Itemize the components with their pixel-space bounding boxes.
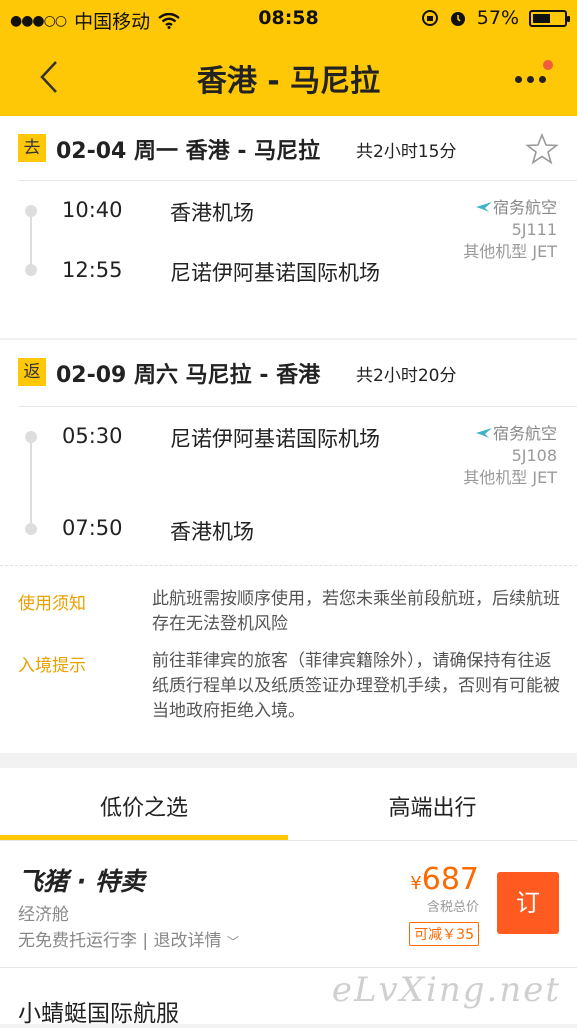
departure-airport: 香港机场: [170, 201, 254, 225]
note-text-entry: 前往菲律宾的旅客（菲律宾籍除外），请确保持有往返纸质行程单以及纸质签证办理登机手…: [152, 651, 560, 721]
return-duration: 共2小时20分: [356, 366, 457, 386]
departure-airport: 尼诺伊阿基诺国际机场: [170, 427, 380, 451]
tab-low-price[interactable]: 低价之选: [0, 790, 288, 822]
offer-brand-2[interactable]: 小蜻蜓国际航服: [18, 994, 179, 1028]
flight-number: 5J111: [511, 220, 557, 239]
arrival-airport: 尼诺伊阿基诺国际机场: [170, 261, 380, 285]
airline-name: 宿务航空: [492, 198, 557, 217]
discount-badge: 可减￥35: [409, 922, 479, 946]
note-label-usage: 使用须知: [18, 594, 86, 614]
price-currency: ¥: [410, 873, 422, 894]
price-value: 687: [421, 862, 479, 897]
star-icon[interactable]: [525, 132, 559, 166]
chevron-down-icon: ﹀: [226, 935, 239, 949]
airline-name: 宿务航空: [492, 424, 557, 443]
return-segment: 返 02-09 周六 马尼拉 - 香港 共2小时20分 05:30 尼诺伊阿基诺…: [0, 340, 577, 565]
notes-section: 使用须知 此航班需按顺序使用，若您未乘坐前段航班，后续航班存在无法登机风险 入境…: [0, 565, 577, 753]
note-text-usage: 此航班需按顺序使用，若您未乘坐前段航班，后续航班存在无法登机风险: [152, 589, 560, 634]
outbound-tag: 去: [18, 134, 46, 162]
offer-price: ¥687: [410, 862, 479, 897]
arrival-time: 07:50: [62, 516, 123, 540]
arrival-airport: 香港机场: [170, 520, 254, 544]
rotation-lock-icon: [421, 10, 438, 26]
divider: [0, 840, 577, 841]
flight-number: 5J108: [511, 446, 557, 465]
notification-dot: [543, 60, 553, 70]
timeline-dot: [25, 205, 37, 217]
timeline-dot: [25, 523, 37, 535]
return-header: 返 02-09 周六 马尼拉 - 香港 共2小时20分: [0, 340, 577, 404]
note-label-entry: 入境提示: [18, 656, 86, 676]
book-button[interactable]: 订: [497, 872, 559, 934]
nav-bar: 香港 - 马尼拉: [0, 38, 577, 116]
timeline-dot: [25, 264, 37, 276]
page-title: 香港 - 马尼拉: [196, 64, 381, 99]
header: ●●●○○ 中国移动 08:58 57% 香港 - 马尼拉: [0, 0, 577, 116]
more-dots-icon[interactable]: [511, 58, 553, 98]
outbound-segment: 去 02-04 周一 香港 - 马尼拉 共2小时15分 10:40 香港机场 1…: [0, 116, 577, 338]
offer-cabin: 经济舱: [18, 905, 69, 925]
departure-time: 05:30: [62, 424, 123, 448]
aircraft-type: 其他机型 JET: [463, 468, 557, 487]
airline-logo-icon: [475, 428, 492, 438]
timeline-line: [30, 437, 32, 529]
outbound-title: 02-04 周一 香港 - 马尼拉: [56, 139, 321, 164]
watermark: eLvXing.net: [331, 970, 561, 1010]
divider: [18, 406, 577, 407]
battery-icon: [529, 9, 570, 27]
aircraft-type: 其他机型 JET: [463, 242, 557, 261]
tab-premium[interactable]: 高端出行: [288, 790, 577, 822]
arrival-time: 12:55: [62, 258, 123, 282]
outbound-duration: 共2小时15分: [356, 142, 457, 162]
offer-baggage[interactable]: 无免费托运行李 | 退改详情 ﹀: [18, 926, 239, 951]
return-title: 02-09 周六 马尼拉 - 香港: [56, 363, 321, 388]
offer-brand: 飞猪 · 特卖: [18, 867, 145, 896]
tabs: 低价之选 高端出行: [0, 768, 577, 840]
status-bar: ●●●○○ 中国移动 08:58 57%: [0, 0, 577, 38]
airline-info: 宿务航空 5J108 其他机型 JET: [463, 423, 557, 489]
departure-time: 10:40: [62, 198, 123, 222]
outbound-header: 去 02-04 周一 香港 - 马尼拉 共2小时15分: [0, 116, 577, 180]
divider: [0, 967, 577, 968]
offer-baggage-text: 无免费托运行李 | 退改详情: [18, 931, 222, 951]
airline-info: 宿务航空 5J111 其他机型 JET: [463, 197, 557, 263]
battery-percent: 57%: [476, 7, 519, 29]
airline-logo-icon: [475, 202, 492, 212]
dashed-divider: [0, 565, 577, 567]
timeline-line: [30, 210, 32, 270]
return-tag: 返: [18, 358, 46, 386]
timeline-dot: [25, 431, 37, 443]
price-tax-note: 含税总价: [426, 900, 479, 915]
divider: [18, 180, 577, 181]
alarm-icon: [450, 12, 465, 26]
